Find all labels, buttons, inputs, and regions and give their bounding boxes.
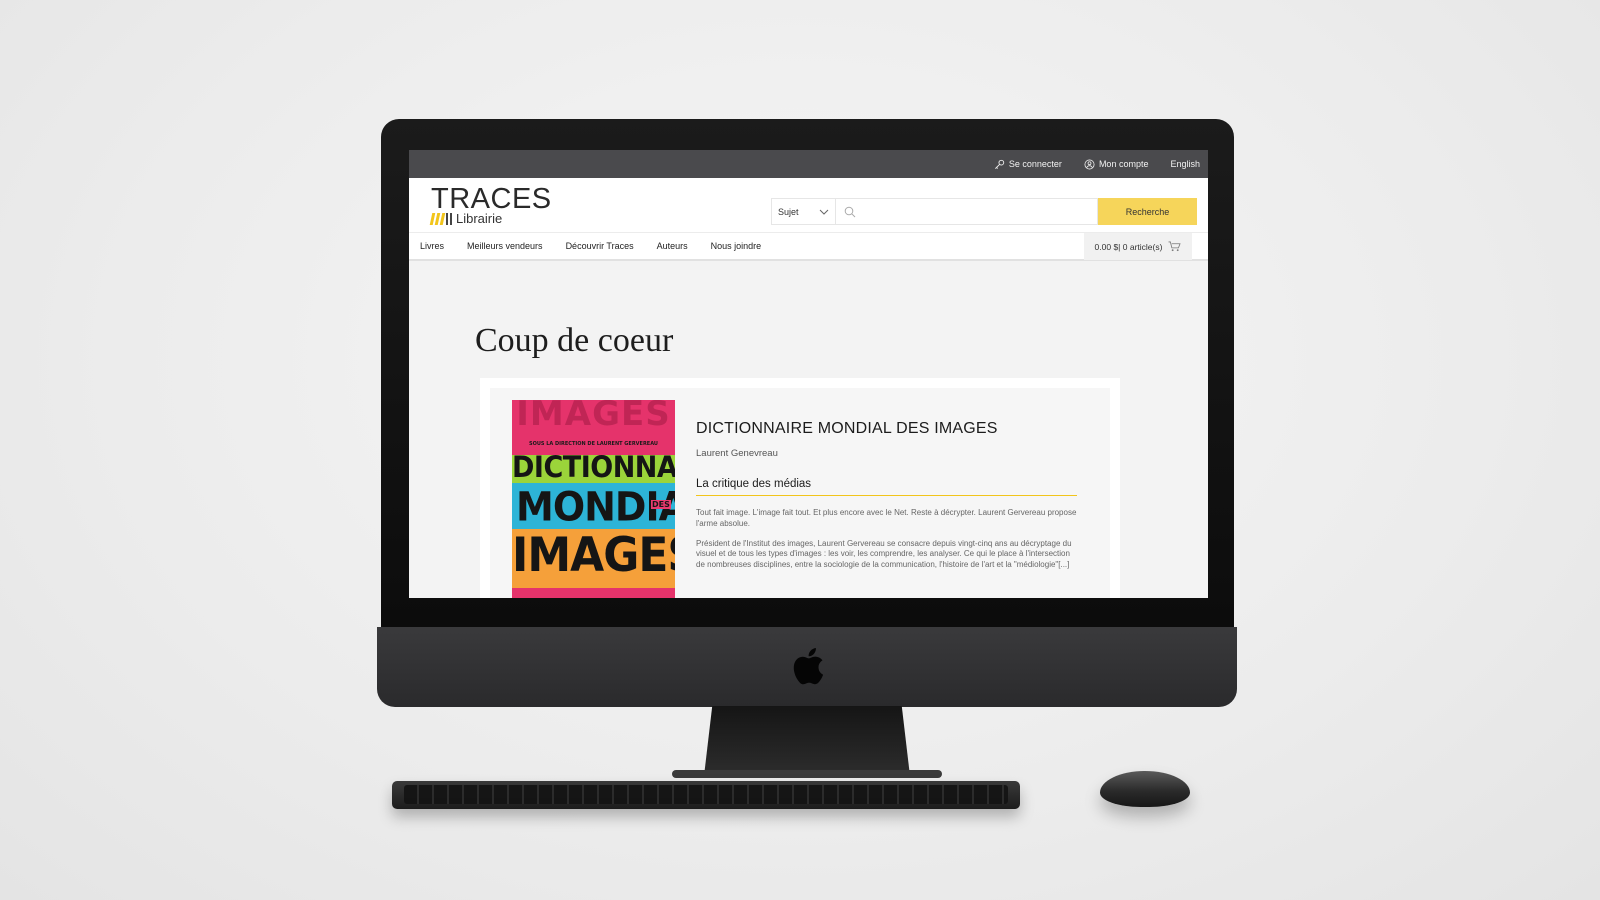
cover-line3: IMAGES — [512, 527, 675, 584]
account-label: Mon compte — [1098, 159, 1149, 169]
search-category-select[interactable]: Sujet — [771, 198, 836, 225]
book-title[interactable]: DICTIONNAIRE MONDIAL DES IMAGES — [696, 420, 998, 438]
brand-bars-icon — [429, 212, 452, 225]
nav-item-nous-joindre[interactable]: Nous joindre — [711, 241, 762, 251]
cover-director: SOUS LA DIRECTION DE LAURENT GERVEREAU — [528, 441, 658, 447]
search-bar: Sujet Recherche — [771, 198, 1197, 225]
key-icon — [994, 159, 1005, 169]
cover-ghost-text: IMAGES — [516, 400, 671, 434]
language-link[interactable]: English — [1170, 159, 1200, 169]
nav-item-decouvrir-traces[interactable]: Découvrir Traces — [566, 241, 634, 251]
brand-name: TRACES — [431, 183, 552, 215]
search-input[interactable] — [862, 206, 1097, 217]
search-button[interactable]: Recherche — [1098, 198, 1197, 225]
book-author[interactable]: Laurent Genevreau — [696, 448, 778, 459]
monitor-stand-base — [672, 770, 942, 778]
brand-sub: Librairie — [456, 211, 503, 226]
page-title: Coup de coeur — [475, 322, 674, 359]
site-header: TRACES Librairie Sujet Recherche — [409, 178, 1208, 232]
login-label: Se connecter — [1008, 159, 1062, 169]
cover-small: DES — [651, 500, 671, 509]
review-paragraph: Président de l'Institut des images, Laur… — [696, 538, 1072, 570]
chevron-down-icon — [819, 209, 829, 215]
site-logo[interactable]: TRACES Librairie — [429, 183, 552, 226]
login-link[interactable]: Se connecter — [994, 159, 1062, 170]
cart-label: 0.00 $| 0 article(s) — [1094, 241, 1163, 252]
monitor-stand — [704, 706, 910, 776]
featured-book-card: IMAGES SOUS LA DIRECTION DE LAURENT GERV… — [480, 378, 1120, 598]
review-paragraph: Tout fait image. L'image fait tout. Et p… — [696, 508, 1077, 528]
cart-summary[interactable]: 0.00 $| 0 article(s) — [1084, 233, 1192, 260]
mouse — [1100, 771, 1190, 807]
search-field — [836, 198, 1098, 225]
language-label: English — [1170, 159, 1200, 169]
search-icon — [844, 206, 856, 217]
cart-icon — [1168, 241, 1182, 252]
nav-item-livres[interactable]: Livres — [420, 241, 444, 251]
nav-item-meilleurs-vendeurs[interactable]: Meilleurs vendeurs — [467, 241, 543, 251]
utility-bar: Se connecter Mon compte English — [409, 150, 1208, 178]
screen: Se connecter Mon compte English TRACES L… — [409, 150, 1208, 598]
apple-logo-icon — [793, 648, 824, 685]
user-icon — [1084, 159, 1095, 169]
nav-item-auteurs[interactable]: Auteurs — [657, 241, 688, 251]
book-cover[interactable]: IMAGES SOUS LA DIRECTION DE LAURENT GERV… — [512, 400, 675, 598]
main-nav: Livres Meilleurs vendeurs Découvrir Trac… — [409, 232, 1208, 261]
review-text: Tout fait image. L'image fait tout. Et p… — [696, 508, 1077, 580]
search-category-value: Sujet — [778, 206, 799, 217]
review-title: La critique des médias — [696, 478, 1077, 496]
cover-line1: DICTIONNAIRE — [512, 450, 675, 485]
account-link[interactable]: Mon compte — [1084, 159, 1149, 170]
keyboard — [392, 781, 1020, 809]
